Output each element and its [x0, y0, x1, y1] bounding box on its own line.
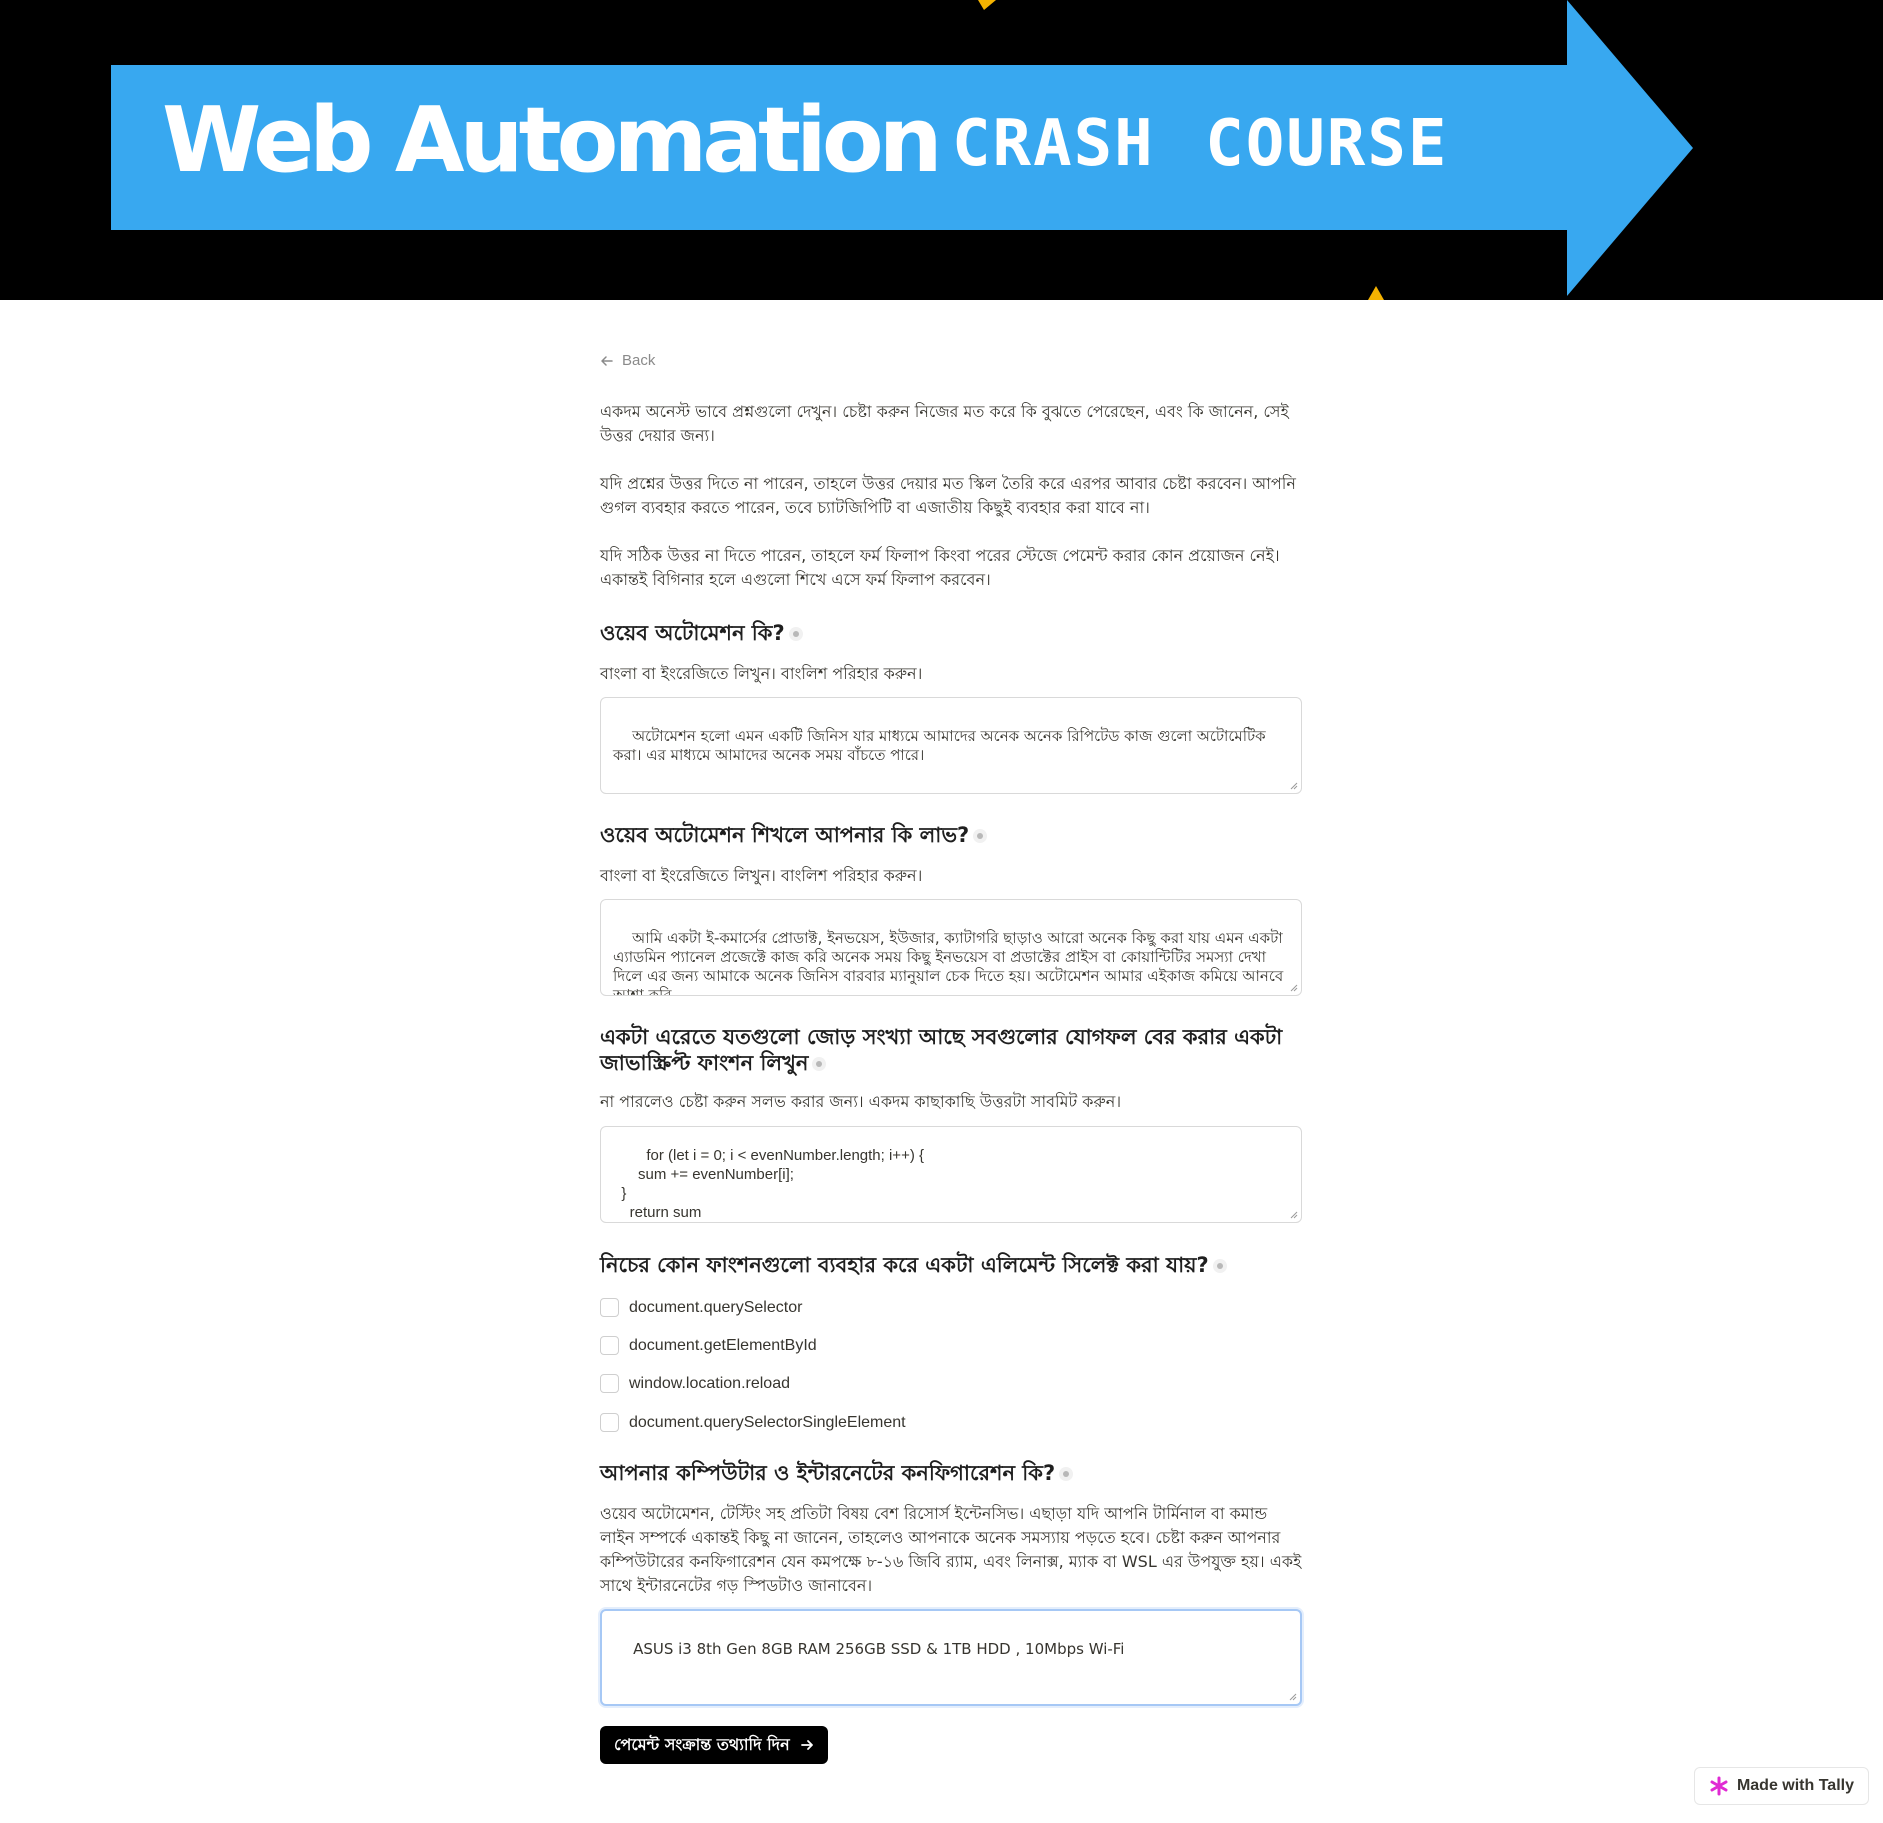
required-indicator: [792, 631, 799, 637]
header-banner: Web Automation CRASH COURSE: [0, 0, 1883, 300]
intro-text: একদম অনেস্ট ভাবে প্রশ্নগুলো দেখুন। চেষ্ট…: [600, 400, 1302, 616]
question-title: ওয়েব অটোমেশন কি?: [600, 620, 1302, 646]
question-title-text: একটা এরেতে যতগুলো জোড় সংখ্যা আছে সবগুলো…: [600, 1025, 1283, 1075]
answer-text: for (let i = 0; i < evenNumber.length; i…: [621, 1147, 924, 1221]
banner-title: Web Automation: [162, 88, 943, 193]
intro-paragraph: যদি সঠিক উত্তর না দিতে পারেন, তাহলে ফর্ম…: [600, 546, 1280, 589]
question-hint: বাংলা বা ইংরেজিতে লিখুন। বাংলিশ পরিহার ক…: [600, 866, 923, 885]
code-answer-textarea[interactable]: for (let i = 0; i < evenNumber.length; i…: [600, 1126, 1302, 1223]
checkbox[interactable]: [600, 1413, 619, 1432]
config-answer-textarea[interactable]: ASUS i3 8th Gen 8GB RAM 256GB SSD & 1TB …: [600, 1609, 1302, 1706]
tally-logo-icon: [1710, 1776, 1728, 1796]
resize-handle-icon[interactable]: [1287, 1691, 1297, 1701]
question-title-text: নিচের কোন ফাংশনগুলো ব্যবহার করে একটা এলি…: [600, 1253, 1209, 1277]
question-hint: না পারলেও চেষ্টা করুন সলভ করার জন্য। একদ…: [600, 1092, 1122, 1111]
resize-handle-icon[interactable]: [1288, 1209, 1298, 1219]
question-hint: ওয়েব অটোমেশন, টেস্টিং সহ প্রতিটা বিষয় …: [600, 1504, 1302, 1595]
answer-textarea[interactable]: অটোমেশন হলো এমন একটি জিনিস যার মাধ্যমে আ…: [600, 697, 1302, 794]
checkbox-label: window.location.reload: [629, 1374, 790, 1392]
question-title: ওয়েব অটোমেশন শিখলে আপনার কি লাভ?: [600, 822, 1302, 848]
intro-paragraph: যদি প্রশ্নের উত্তর দিতে না পারেন, তাহলে …: [600, 474, 1296, 517]
required-indicator: [1063, 1471, 1070, 1477]
question-title: আপনার কম্পিউটার ও ইন্টারনেটের কনফিগারেশন…: [600, 1460, 1302, 1486]
tally-label: Made with Tally: [1736, 1777, 1854, 1794]
checkbox-label: document.querySelectorSingleElement: [629, 1413, 906, 1431]
checkbox-label: document.getElementById: [629, 1336, 817, 1354]
arrow-right-icon: [800, 1740, 813, 1750]
answer-text: আমি একটা ই-কমার্সের প্রোডাক্ট, ইনভয়েস, …: [613, 929, 1288, 996]
intro-paragraph: একদম অনেস্ট ভাবে প্রশ্নগুলো দেখুন। চেষ্ট…: [600, 402, 1289, 445]
question-hint: বাংলা বা ইংরেজিতে লিখুন। বাংলিশ পরিহার ক…: [600, 664, 923, 683]
question-title-text: ওয়েব অটোমেশন শিখলে আপনার কি লাভ?: [600, 823, 970, 847]
made-with-tally-badge[interactable]: Made with Tally: [1693, 1767, 1869, 1805]
answer-text: অটোমেশন হলো এমন একটি জিনিস যার মাধ্যমে আ…: [613, 727, 1271, 764]
question-title-text: ওয়েব অটোমেশন কি?: [600, 621, 785, 645]
back-button[interactable]: Back: [600, 352, 655, 369]
checkbox-label: document.querySelector: [629, 1298, 803, 1316]
question-title: একটা এরেতে যতগুলো জোড় সংখ্যা আছে সবগুলো…: [600, 1024, 1302, 1076]
submit-label: পেমেন্ট সংক্রান্ত তথ্যাদি দিন: [614, 1734, 790, 1754]
checkbox-option[interactable]: document.querySelector: [600, 1298, 802, 1317]
resize-handle-icon[interactable]: [1288, 780, 1298, 790]
checkbox[interactable]: [600, 1374, 619, 1393]
arrow-left-icon: [601, 355, 613, 366]
back-label: Back: [622, 352, 656, 369]
question-title: নিচের কোন ফাংশনগুলো ব্যবহার করে একটা এলি…: [600, 1252, 1302, 1278]
question-title-text: আপনার কম্পিউটার ও ইন্টারনেটের কনফিগারেশন…: [600, 1461, 1056, 1485]
resize-handle-icon[interactable]: [1288, 982, 1298, 992]
banner-accent-bottom: [1368, 286, 1384, 300]
required-indicator: [1216, 1263, 1223, 1269]
answer-text: ASUS i3 8th Gen 8GB RAM 256GB SSD & 1TB …: [633, 1640, 1125, 1658]
checkbox[interactable]: [600, 1298, 619, 1317]
checkbox-option[interactable]: window.location.reload: [600, 1374, 790, 1393]
checkbox[interactable]: [600, 1336, 619, 1355]
banner-accent-top: [978, 0, 996, 10]
answer-textarea[interactable]: আমি একটা ই-কমার্সের প্রোডাক্ট, ইনভয়েস, …: [600, 899, 1302, 996]
checkbox-option[interactable]: document.querySelectorSingleElement: [600, 1413, 906, 1432]
required-indicator: [977, 833, 984, 839]
banner-subtitle: CRASH COURSE: [952, 107, 1449, 181]
required-indicator: [816, 1061, 823, 1067]
checkbox-option[interactable]: document.getElementById: [600, 1336, 817, 1355]
submit-button[interactable]: পেমেন্ট সংক্রান্ত তথ্যাদি দিন: [600, 1726, 828, 1764]
